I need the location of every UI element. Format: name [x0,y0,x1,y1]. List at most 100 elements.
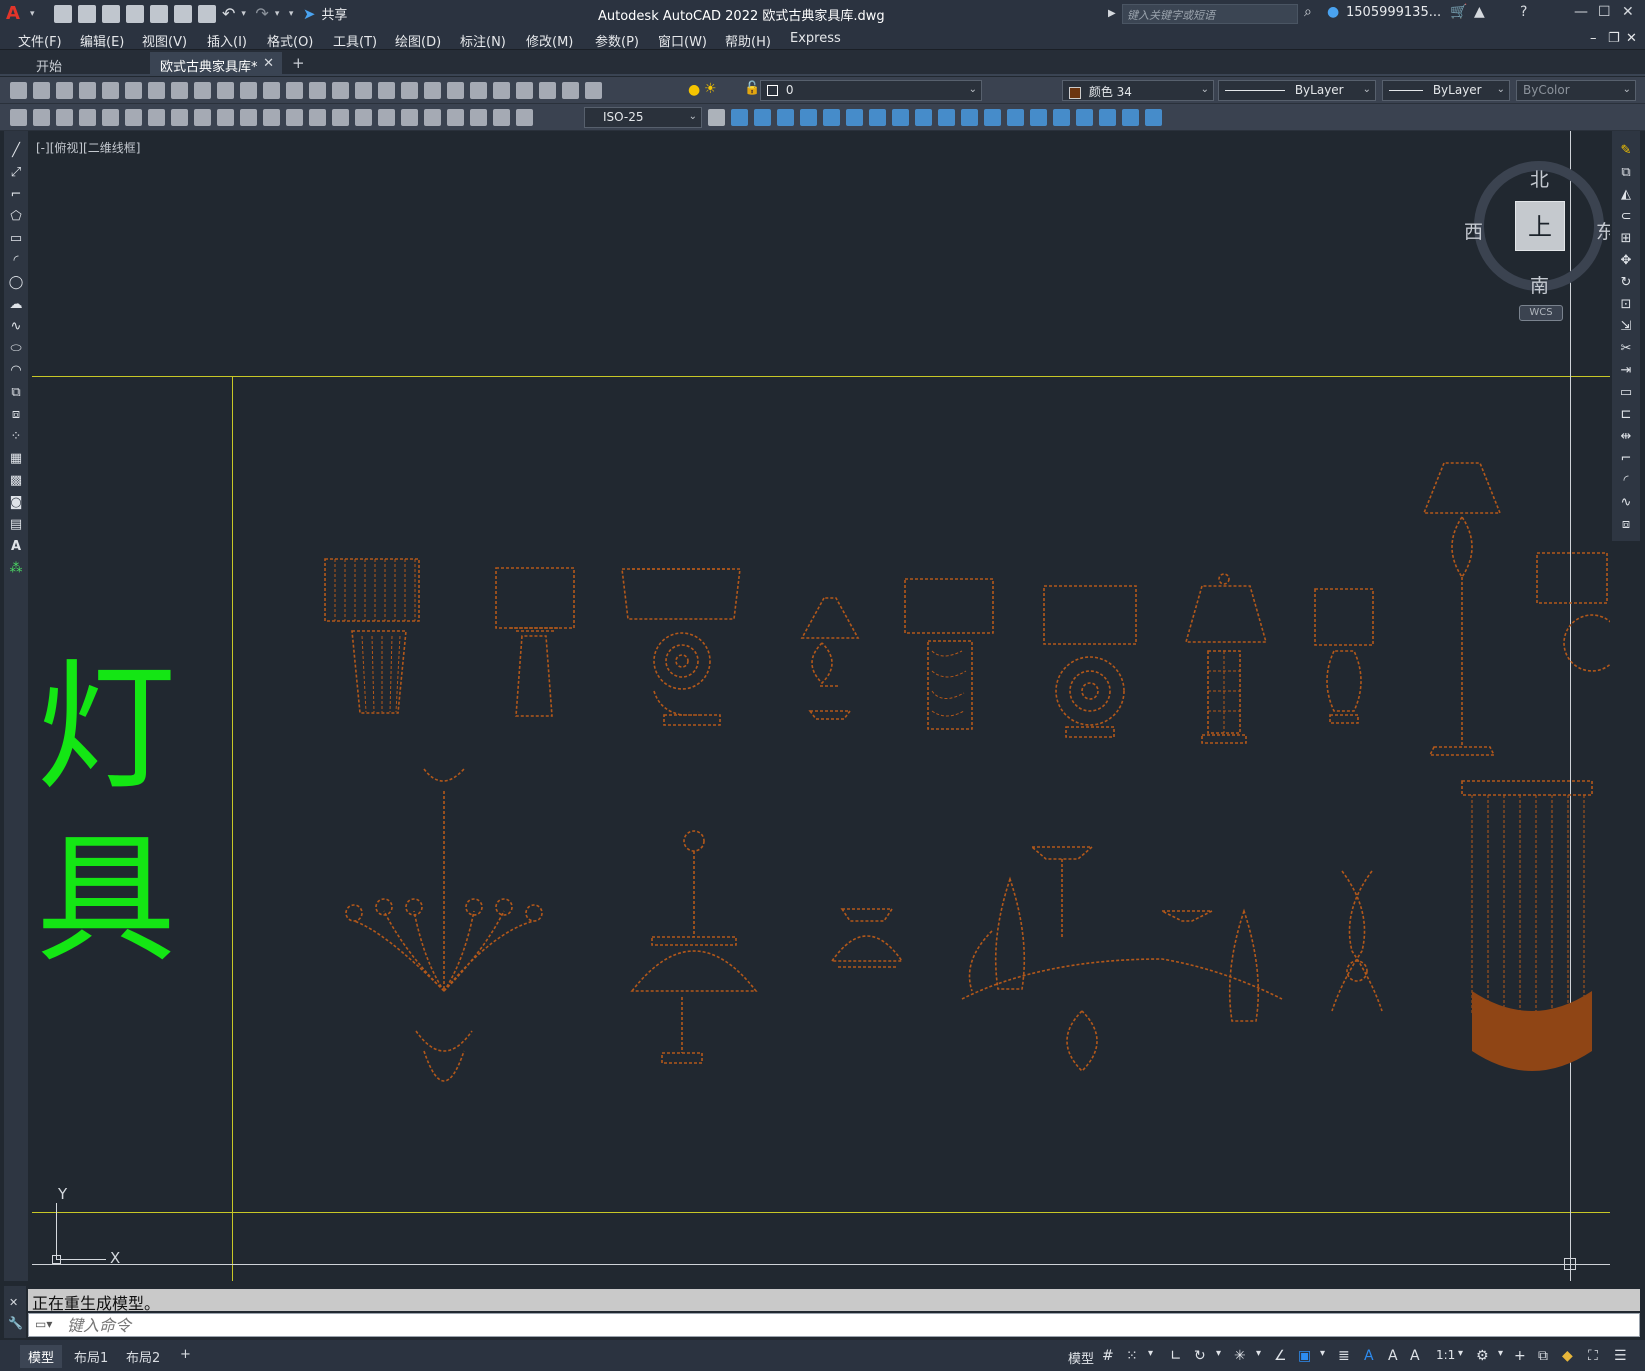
line-icon[interactable]: ╱ [8,143,24,159]
explode-icon[interactable]: ⧈ [1618,517,1634,533]
layer-blue-6-icon[interactable] [846,109,863,126]
close-icon[interactable]: ✕ [9,1296,18,1309]
isometric-icon[interactable]: ✳ [1234,1348,1246,1364]
qnew-icon[interactable] [10,82,27,99]
viewcube-south[interactable]: 南 [1530,271,1549,298]
polyline-icon[interactable]: ⌐ [8,187,24,203]
wcs-menu[interactable]: WCS [1519,305,1563,321]
snap-icon[interactable]: ⁙ [1126,1348,1138,1364]
layer-blue-11-icon[interactable] [961,109,978,126]
viewcube-north[interactable]: 北 [1530,165,1549,192]
menu-edit[interactable]: 编辑(E) [80,31,124,50]
menu-express[interactable]: Express [790,31,841,46]
tab-layout2[interactable]: 布局2 [118,1345,168,1368]
quick-dim-icon[interactable] [263,109,280,126]
zoom-realtime-icon[interactable] [355,82,372,99]
cart-icon[interactable]: 🛒 [1450,4,1467,20]
chevron-down-icon[interactable]: ▾ [30,9,38,18]
menu-tools[interactable]: 工具(T) [333,31,377,50]
gear-icon[interactable]: ⚙ [1476,1348,1489,1364]
command-prompt-icon[interactable]: ▭▾ [35,1317,52,1331]
drawing-canvas[interactable]: [-][俯视][二维线框] 灯 具 上 北 南 西 东 WCS Y X [32,131,1610,1281]
markup-icon[interactable] [516,82,533,99]
app-menu-button[interactable]: A [6,3,24,24]
ellipse-arc-icon[interactable]: ◠ [8,363,24,379]
clean-screen-icon[interactable]: ⛶ [1588,1348,1598,1364]
layer-state-icon[interactable] [56,109,73,126]
linetype-dropdown[interactable]: ByLayer ⌄ [1218,80,1376,101]
space-icon[interactable] [332,109,349,126]
properties-icon[interactable] [424,82,441,99]
add-selected-icon[interactable]: ⁂ [8,561,24,577]
break-icon[interactable]: ⊏ [1618,407,1634,423]
zoom-window-icon[interactable] [378,82,395,99]
layer-blue-15-icon[interactable] [1053,109,1070,126]
offset-icon[interactable]: ⊂ [1618,209,1634,225]
circle-icon[interactable]: ◯ [8,275,24,291]
angular-icon[interactable] [240,109,257,126]
layer-blue-17-icon[interactable] [1099,109,1116,126]
open-icon[interactable] [33,82,50,99]
extend-icon[interactable]: ⇥ [1618,363,1634,379]
menu-help[interactable]: 帮助(H) [725,31,771,50]
menu-view[interactable]: 视图(V) [142,31,187,50]
search-icon[interactable]: ⌕ [1304,4,1312,20]
layer-blue-7-icon[interactable] [869,109,886,126]
chevron-down-icon[interactable]: ▾ [1498,1348,1503,1359]
layer-blue-16-icon[interactable] [1076,109,1093,126]
plot-preview-icon[interactable] [102,82,119,99]
center-mark-icon[interactable] [401,109,418,126]
color-dropdown[interactable]: 颜色 34 ⌄ [1062,80,1214,101]
chevron-down-icon[interactable]: ▾ [1320,1348,1325,1359]
help-icon[interactable] [562,82,579,99]
continue-icon[interactable] [309,109,326,126]
customize-menu-icon[interactable]: ☰ [1614,1348,1627,1364]
open-file-icon[interactable] [78,4,96,23]
mtext-icon[interactable]: A [8,539,24,555]
sheet-icon[interactable] [33,109,50,126]
trim-icon[interactable]: ✂ [1618,341,1634,357]
dim-update-icon[interactable] [516,109,533,126]
chevron-down-icon[interactable]: ▾ [275,9,283,18]
dim-text-edit-icon[interactable] [493,109,510,126]
lamp-drawings[interactable] [32,131,1610,1281]
polar-icon[interactable]: ↻ [1194,1348,1206,1364]
ellipse-icon[interactable]: ⬭ [8,341,24,357]
layer-blue-14-icon[interactable] [1030,109,1047,126]
cut-icon[interactable] [171,82,188,99]
viewcube-top-face[interactable]: 上 [1515,201,1565,251]
layer-blue-8-icon[interactable] [892,109,909,126]
tab-layout1[interactable]: 布局1 [66,1345,116,1368]
ortho-icon[interactable]: ∟ [1170,1348,1182,1364]
array-icon[interactable]: ⊞ [1618,231,1634,247]
revcloud-icon[interactable]: ☁ [8,297,24,313]
layer-blue-12-icon[interactable] [984,109,1001,126]
copy-icon[interactable] [194,82,211,99]
move-icon[interactable]: ✥ [1618,253,1634,269]
break-dim-icon[interactable] [355,109,372,126]
point-icon[interactable]: ⁘ [8,429,24,445]
construction-line-icon[interactable]: ⤢ [8,165,24,181]
polygon-icon[interactable]: ⬠ [8,209,24,225]
gradient-icon[interactable]: ▩ [8,473,24,489]
arc-length-icon[interactable] [125,109,142,126]
sheet-set-icon[interactable] [493,82,510,99]
user-icon[interactable]: ● [1327,4,1339,20]
lineweight-icon[interactable]: ≣ [1338,1348,1350,1364]
mirror-icon[interactable]: ◭ [1618,187,1634,203]
close-icon[interactable]: ✕ [263,56,274,71]
erase-icon[interactable]: ✎ [1618,143,1634,159]
auto-scale-icon[interactable]: A [1388,1348,1398,1364]
annotation-scale-icon[interactable]: A [1410,1348,1420,1364]
fillet-icon[interactable]: ◜ [1618,473,1634,489]
tab-start[interactable]: 开始 [26,52,146,76]
maximize-icon[interactable]: ☐ [1598,4,1611,20]
scale-icon[interactable]: ⊡ [1618,297,1634,313]
dimstyle-dropdown[interactable]: ISO-25 ⌄ [584,107,702,128]
undo-icon[interactable] [286,82,303,99]
layer-blue-4-icon[interactable] [800,109,817,126]
layer-blue-5-icon[interactable] [823,109,840,126]
command-input[interactable] [67,1316,1567,1334]
block-editor-icon[interactable] [263,82,280,99]
chevron-down-icon[interactable]: ▾ [1458,1348,1463,1359]
